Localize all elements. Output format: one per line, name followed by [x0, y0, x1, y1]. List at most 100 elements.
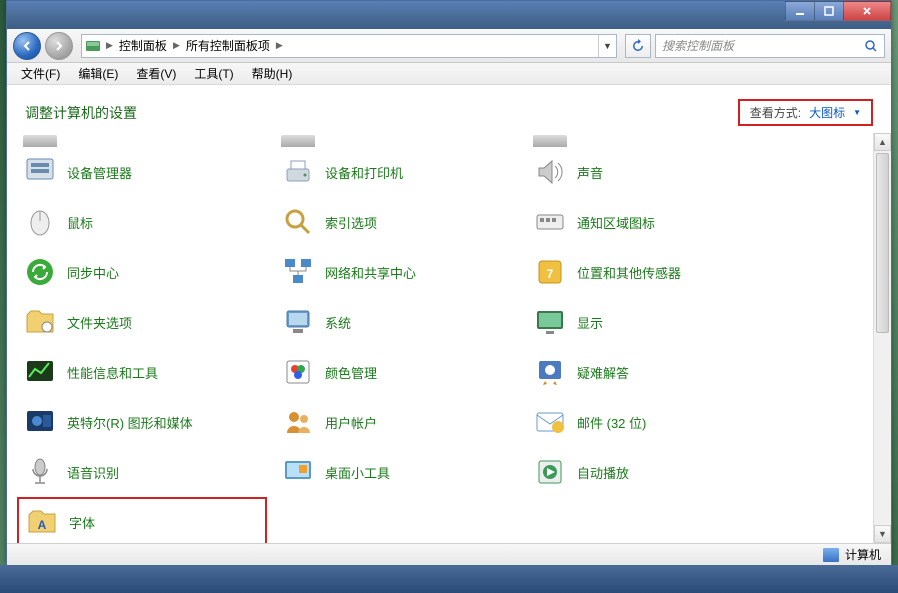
sound-icon — [533, 155, 567, 189]
maximize-button[interactable] — [814, 1, 844, 21]
menu-file[interactable]: 文件(F) — [13, 63, 68, 84]
item-mail[interactable]: 邮件 (32 位) — [527, 397, 777, 447]
page-title: 调整计算机的设置 — [25, 103, 137, 123]
item-sound[interactable]: 声音 — [527, 147, 777, 197]
sync-center-icon — [23, 255, 57, 289]
item-label: 鼠标 — [67, 213, 93, 232]
item-device-manager[interactable]: 设备管理器 — [17, 147, 267, 197]
control-panel-icon — [82, 36, 104, 56]
item-troubleshoot[interactable]: 疑难解答 — [527, 347, 777, 397]
item-location-sensors[interactable]: 7 位置和其他传感器 — [527, 247, 777, 297]
close-button[interactable] — [843, 1, 891, 21]
scroll-up-button[interactable]: ▲ — [874, 133, 891, 151]
item-label: 文件夹选项 — [67, 313, 132, 332]
item-autoplay[interactable]: 自动播放 — [527, 447, 777, 497]
item-mouse[interactable]: 鼠标 — [17, 197, 267, 247]
forward-button[interactable] — [45, 32, 73, 60]
items-grid: 设备管理器鼠标同步中心文件夹选项性能信息和工具英特尔(R) 图形和媒体语音识别 A… — [17, 133, 871, 543]
item-label: 桌面小工具 — [325, 463, 390, 482]
item-color-mgmt[interactable]: 颜色管理 — [275, 347, 525, 397]
content-header: 调整计算机的设置 查看方式: 大图标 ▼ — [7, 85, 891, 132]
desktop-gadgets-icon — [281, 455, 315, 489]
minimize-button[interactable] — [785, 1, 815, 21]
troubleshoot-icon — [533, 355, 567, 389]
device-manager-icon — [23, 155, 57, 189]
item-speech[interactable]: 语音识别 — [17, 447, 267, 497]
item-label: 字体 — [69, 513, 95, 532]
view-by-selector[interactable]: 查看方式: 大图标 ▼ — [738, 99, 873, 126]
item-label: 语音识别 — [67, 463, 119, 482]
item-label: 设备和打印机 — [325, 163, 403, 182]
item-label: 网络和共享中心 — [325, 263, 416, 282]
taskbar[interactable] — [0, 565, 898, 593]
item-intel-graphics[interactable]: 英特尔(R) 图形和媒体 — [17, 397, 267, 447]
folder-options-icon — [23, 305, 57, 339]
address-dropdown[interactable]: ▼ — [598, 35, 616, 57]
speech-icon — [23, 455, 57, 489]
back-button[interactable] — [13, 32, 41, 60]
item-label: 疑难解答 — [577, 363, 629, 382]
content-area: 调整计算机的设置 查看方式: 大图标 ▼ 设备管理器鼠标同步中心文件夹选项性能信… — [7, 85, 891, 543]
search-icon — [864, 39, 878, 53]
item-label: 索引选项 — [325, 213, 377, 232]
partial-item[interactable] — [527, 133, 777, 147]
item-fonts[interactable]: A 字体 — [17, 497, 267, 543]
search-input[interactable]: 搜索控制面板 — [655, 34, 885, 58]
breadcrumb-seg2[interactable]: 所有控制面板项 — [182, 35, 274, 57]
color-mgmt-icon — [281, 355, 315, 389]
partial-item[interactable] — [17, 133, 267, 147]
item-indexing[interactable]: 索引选项 — [275, 197, 525, 247]
item-performance[interactable]: 性能信息和工具 — [17, 347, 267, 397]
menu-edit[interactable]: 编辑(E) — [70, 63, 126, 84]
chevron-right-icon: ▶ — [104, 40, 115, 51]
item-user-accounts[interactable]: 用户帐户 — [275, 397, 525, 447]
network-sharing-icon — [281, 255, 315, 289]
item-notification-area[interactable]: 通知区域图标 — [527, 197, 777, 247]
scroll-down-button[interactable]: ▼ — [874, 525, 891, 543]
scroll-thumb[interactable] — [876, 153, 889, 333]
svg-text:A: A — [38, 518, 47, 532]
item-system[interactable]: 系统 — [275, 297, 525, 347]
display-icon — [533, 305, 567, 339]
menu-help[interactable]: 帮助(H) — [244, 63, 301, 84]
item-folder-options[interactable]: 文件夹选项 — [17, 297, 267, 347]
item-label: 位置和其他传感器 — [577, 263, 681, 282]
item-network-sharing[interactable]: 网络和共享中心 — [275, 247, 525, 297]
mail-icon — [533, 405, 567, 439]
intel-graphics-icon — [23, 405, 57, 439]
item-label: 自动播放 — [577, 463, 629, 482]
menu-view[interactable]: 查看(V) — [128, 63, 184, 84]
item-label: 设备管理器 — [67, 163, 132, 182]
devices-printers-icon — [281, 155, 315, 189]
item-label: 系统 — [325, 313, 351, 332]
navigation-bar: ▶ 控制面板 ▶ 所有控制面板项 ▶ ▼ 搜索控制面板 — [7, 29, 891, 63]
performance-icon — [23, 355, 57, 389]
item-display[interactable]: 显示 — [527, 297, 777, 347]
item-label: 性能信息和工具 — [67, 363, 158, 382]
vertical-scrollbar[interactable]: ▲ ▼ — [873, 133, 891, 543]
item-label: 英特尔(R) 图形和媒体 — [67, 413, 193, 432]
breadcrumb-seg1[interactable]: 控制面板 — [115, 35, 171, 57]
item-label: 声音 — [577, 163, 603, 182]
item-desktop-gadgets[interactable]: 桌面小工具 — [275, 447, 525, 497]
search-placeholder: 搜索控制面板 — [662, 37, 734, 54]
grid-col-3: 声音通知区域图标 7 位置和其他传感器显示疑难解答邮件 (32 位) 自动播放 — [527, 133, 777, 497]
item-sync-center[interactable]: 同步中心 — [17, 247, 267, 297]
item-label: 用户帐户 — [325, 413, 377, 432]
partial-item[interactable] — [275, 133, 525, 147]
chevron-down-icon: ▼ — [853, 108, 861, 117]
address-bar[interactable]: ▶ 控制面板 ▶ 所有控制面板项 ▶ ▼ — [81, 34, 617, 58]
item-devices-printers[interactable]: 设备和打印机 — [275, 147, 525, 197]
titlebar[interactable] — [7, 1, 891, 29]
indexing-icon — [281, 205, 315, 239]
status-text: 计算机 — [845, 546, 881, 563]
grid-col-1: 设备管理器鼠标同步中心文件夹选项性能信息和工具英特尔(R) 图形和媒体语音识别 A… — [17, 133, 267, 543]
item-label: 颜色管理 — [325, 363, 377, 382]
item-label: 邮件 (32 位) — [577, 413, 646, 432]
chevron-right-icon: ▶ — [274, 40, 285, 51]
svg-text:7: 7 — [547, 267, 554, 281]
grid-col-2: 设备和打印机索引选项网络和共享中心系统颜色管理用户帐户桌面小工具 — [275, 133, 525, 497]
menu-tools[interactable]: 工具(T) — [186, 63, 241, 84]
refresh-button[interactable] — [625, 34, 651, 58]
fonts-icon: A — [25, 505, 59, 539]
